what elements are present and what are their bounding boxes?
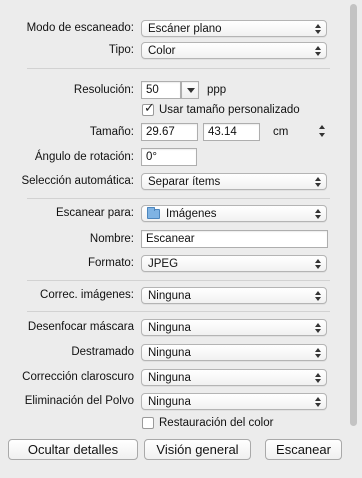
- scan-to-value: Imágenes: [166, 208, 217, 220]
- scan-to-popup[interactable]: Imágenes: [141, 205, 327, 222]
- unsharp-mask-label: Desenfocar máscara: [27, 321, 134, 333]
- rotation-input[interactable]: 0°: [141, 148, 197, 166]
- descreen-value: Ninguna: [148, 347, 191, 359]
- popup-arrows-icon: [314, 394, 322, 409]
- descreen-row: Destramado Ninguna: [0, 343, 362, 363]
- backlight-correction-label: Corrección claroscuro: [22, 371, 134, 383]
- type-popup[interactable]: Color: [141, 42, 327, 59]
- scrollbar-thumb[interactable]: [350, 4, 357, 426]
- size-height-input[interactable]: 43.14: [203, 123, 260, 141]
- dust-removal-label: Eliminación del Polvo: [24, 395, 134, 407]
- scan-to-row: Escanear para: Imágenes: [0, 204, 362, 224]
- auto-selection-value: Separar ítems: [148, 176, 221, 188]
- separator: [27, 311, 330, 312]
- image-correction-label: Correc. imágenes:: [40, 289, 134, 301]
- chevron-down-icon: [187, 88, 195, 93]
- separator: [27, 68, 330, 69]
- name-label: Nombre:: [89, 233, 134, 245]
- resolution-unit: ppp: [207, 84, 227, 96]
- separator: [27, 198, 330, 199]
- size-width-input[interactable]: 29.67: [141, 123, 198, 141]
- hide-details-button[interactable]: Ocultar detalles: [8, 439, 138, 460]
- format-value: JPEG: [148, 258, 179, 270]
- rotation-row: Ángulo de rotación: 0°: [0, 148, 362, 168]
- image-correction-value: Ninguna: [148, 290, 191, 302]
- rotation-label: Ángulo de rotación:: [34, 151, 134, 163]
- dust-removal-value: Ninguna: [148, 396, 191, 408]
- descreen-label: Destramado: [71, 346, 134, 358]
- backlight-correction-popup[interactable]: Ninguna: [141, 369, 327, 386]
- size-row: Tamaño: 29.67 43.14 cm: [0, 123, 362, 143]
- scan-mode-label: Modo de escaneado:: [26, 22, 134, 34]
- dust-removal-row: Eliminación del Polvo Ninguna: [0, 392, 362, 412]
- scan-mode-popup[interactable]: Escáner plano: [141, 20, 327, 37]
- image-correction-row: Correc. imágenes: Ninguna: [0, 286, 362, 306]
- unsharp-mask-row: Desenfocar máscara Ninguna: [0, 318, 362, 338]
- unsharp-mask-value: Ninguna: [148, 322, 191, 334]
- popup-arrows-icon: [314, 320, 322, 335]
- scan-to-label: Escanear para:: [56, 207, 134, 219]
- descreen-popup[interactable]: Ninguna: [141, 344, 327, 361]
- scan-mode-row: Modo de escaneado: Escáner plano: [0, 19, 362, 39]
- size-unit-stepper-icon[interactable]: [318, 123, 326, 141]
- scan-button[interactable]: Escanear: [265, 439, 342, 460]
- color-restoration-label: Restauración del color: [159, 417, 274, 429]
- image-correction-popup[interactable]: Ninguna: [141, 287, 327, 304]
- name-row: Nombre: Escanear: [0, 230, 362, 250]
- separator: [27, 280, 330, 281]
- resolution-row: Resolución: 50 ppp: [0, 81, 362, 101]
- scanner-settings-panel: Modo de escaneado: Escáner plano Tipo: C…: [0, 0, 362, 478]
- auto-selection-popup[interactable]: Separar ítems: [141, 173, 327, 190]
- popup-arrows-icon: [314, 370, 322, 385]
- custom-size-label: Usar tamaño personalizado: [159, 104, 300, 116]
- popup-arrows-icon: [314, 43, 322, 58]
- overview-button[interactable]: Visión general: [144, 439, 251, 460]
- format-popup[interactable]: JPEG: [141, 255, 327, 272]
- auto-selection-label: Selección automática:: [21, 175, 134, 187]
- name-input[interactable]: Escanear: [141, 230, 328, 248]
- resolution-dropdown-button[interactable]: [181, 81, 199, 99]
- resolution-input[interactable]: 50: [141, 81, 181, 99]
- format-label: Formato:: [87, 257, 134, 269]
- size-label: Tamaño:: [89, 126, 134, 138]
- unsharp-mask-popup[interactable]: Ninguna: [141, 319, 327, 336]
- type-value: Color: [148, 45, 176, 57]
- color-restoration-checkbox[interactable]: [142, 417, 154, 429]
- backlight-correction-row: Corrección claroscuro Ninguna: [0, 368, 362, 388]
- popup-arrows-icon: [314, 21, 322, 36]
- popup-arrows-icon: [314, 288, 322, 303]
- auto-selection-row: Selección automática: Separar ítems: [0, 172, 362, 192]
- custom-size-checkbox[interactable]: ✓: [142, 101, 155, 116]
- size-unit: cm: [273, 126, 289, 138]
- checkmark-icon: ✓: [144, 101, 155, 116]
- popup-arrows-icon: [314, 206, 322, 221]
- folder-icon: [147, 207, 160, 219]
- scan-mode-value: Escáner plano: [148, 23, 222, 35]
- resolution-label: Resolución:: [73, 84, 134, 96]
- type-label: Tipo:: [108, 44, 134, 56]
- color-restoration-row: Restauración del color: [0, 414, 362, 434]
- dust-removal-popup[interactable]: Ninguna: [141, 393, 327, 410]
- popup-arrows-icon: [314, 345, 322, 360]
- custom-size-row: ✓ Usar tamaño personalizado: [0, 101, 362, 121]
- type-row: Tipo: Color: [0, 41, 362, 61]
- backlight-correction-value: Ninguna: [148, 372, 191, 384]
- popup-arrows-icon: [314, 256, 322, 271]
- format-row: Formato: JPEG: [0, 254, 362, 274]
- popup-arrows-icon: [314, 174, 322, 189]
